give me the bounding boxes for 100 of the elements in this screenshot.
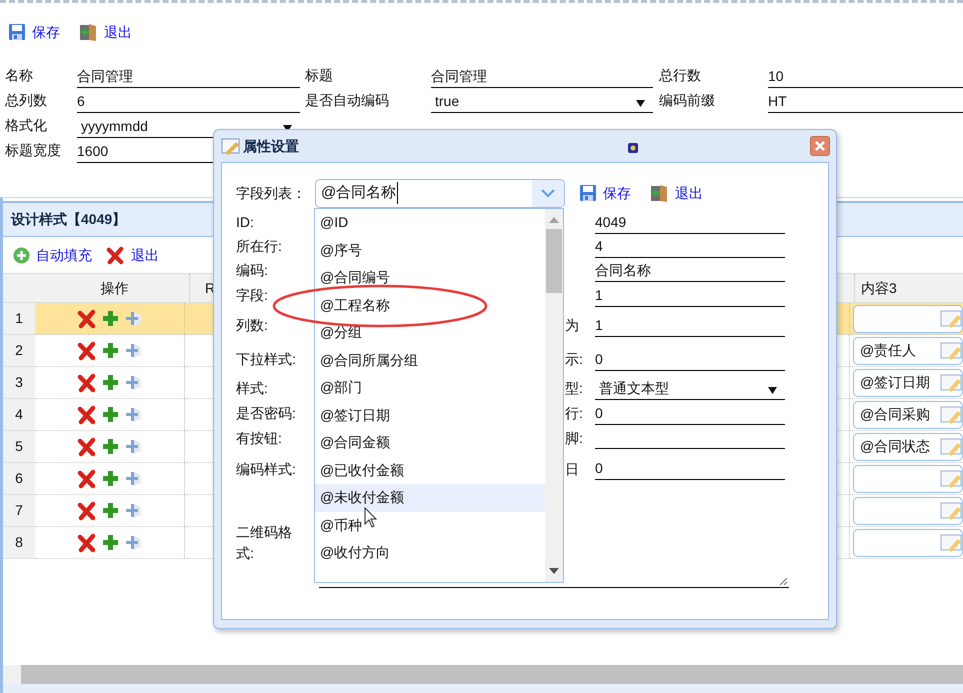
field-label: 编码前缀	[659, 91, 716, 110]
puzzle-piece-icon[interactable]	[124, 501, 142, 520]
delete-x-icon[interactable]	[76, 404, 96, 424]
door-exit-icon	[649, 183, 669, 203]
row-number: 8	[3, 527, 35, 559]
exit-link[interactable]: 退出	[131, 248, 159, 262]
plus-icon[interactable]	[100, 341, 120, 360]
property-label: 字段:	[236, 286, 269, 305]
exit-link[interactable]: 退出	[104, 24, 132, 38]
text-field[interactable]: 1	[595, 314, 785, 336]
text-field[interactable]: 6	[77, 91, 300, 113]
text-field[interactable]: 1	[595, 284, 785, 306]
property-label: 是否密码:	[236, 404, 297, 423]
save-link[interactable]: 保存	[603, 186, 631, 200]
row-number: 7	[3, 495, 35, 527]
caret-icon	[768, 386, 777, 394]
column-header: 内容3	[860, 278, 898, 298]
plus-icon[interactable]	[100, 533, 120, 552]
edit-pencil-icon[interactable]	[940, 436, 962, 456]
property-label: 脚:	[565, 430, 583, 446]
exit-link[interactable]: 退出	[675, 186, 703, 200]
save-link[interactable]: 保存	[32, 24, 60, 38]
content-field[interactable]: @签订日期	[853, 368, 963, 396]
content-field[interactable]: @合同采购	[853, 400, 963, 428]
row-number: 4	[3, 399, 35, 431]
content-field[interactable]	[853, 496, 963, 524]
edit-pencil-icon[interactable]	[940, 468, 962, 488]
scroll-up-icon[interactable]	[549, 217, 559, 223]
content-field[interactable]: @合同状态	[853, 432, 963, 460]
plus-icon[interactable]	[100, 405, 120, 424]
puzzle-piece-icon[interactable]	[124, 437, 142, 456]
plus-icon[interactable]	[100, 469, 120, 488]
puzzle-piece-icon[interactable]	[124, 373, 142, 392]
delete-x-icon[interactable]	[76, 340, 96, 360]
content-field[interactable]	[853, 304, 963, 332]
text-field[interactable]: 4049	[595, 212, 785, 234]
text-field[interactable]: 合同管理	[431, 66, 653, 88]
content-field[interactable]: @责任人	[853, 336, 963, 364]
text-field[interactable]: 合同管理	[77, 66, 300, 88]
row-number: 1	[3, 303, 35, 335]
puzzle-piece-icon[interactable]	[124, 405, 142, 424]
edit-pencil-icon[interactable]	[940, 500, 962, 520]
property-label: 为	[565, 317, 579, 333]
field-label: 总列数	[5, 91, 48, 110]
dropdown-option[interactable]: @未收付金额	[315, 484, 545, 512]
property-label: 所在行:	[236, 237, 283, 256]
puzzle-piece-icon[interactable]	[124, 533, 142, 552]
property-label: 二维码格式:	[236, 523, 293, 563]
row-number: 3	[3, 367, 35, 399]
row-number: 5	[3, 431, 35, 463]
field-label: 是否自动编码	[305, 91, 390, 110]
scrollbar-thumb[interactable]	[546, 229, 562, 293]
property-label: ID:	[236, 213, 255, 232]
puzzle-piece-icon[interactable]	[124, 341, 142, 360]
plus-icon[interactable]	[100, 309, 120, 328]
delete-x-icon[interactable]	[76, 372, 96, 392]
content-field[interactable]	[853, 528, 963, 556]
window-pencil-icon	[221, 137, 241, 155]
door-exit-icon	[78, 22, 98, 42]
delete-x-icon[interactable]	[106, 246, 125, 264]
edit-pencil-icon[interactable]	[940, 372, 962, 392]
plus-icon[interactable]	[100, 501, 120, 520]
text-field[interactable]: 10	[768, 66, 963, 88]
text-field[interactable]: HT	[768, 91, 963, 113]
text-field[interactable]: 0	[595, 348, 785, 370]
edit-pencil-icon[interactable]	[940, 308, 962, 328]
delete-x-icon[interactable]	[76, 308, 96, 328]
puzzle-piece-icon[interactable]	[124, 469, 142, 488]
property-label: 编码样式:	[236, 460, 297, 478]
edit-pencil-icon[interactable]	[940, 532, 962, 552]
column-header: 操作	[40, 274, 190, 302]
auto-fill-link[interactable]: 自动填充	[36, 248, 92, 262]
scroll-down-icon[interactable]	[549, 568, 559, 574]
edit-pencil-icon[interactable]	[940, 340, 962, 360]
plus-icon[interactable]	[100, 437, 120, 456]
edit-pencil-icon[interactable]	[940, 404, 962, 424]
property-label: 型:	[565, 380, 583, 396]
close-button[interactable]	[810, 136, 830, 156]
content-field[interactable]	[853, 464, 963, 492]
delete-x-icon[interactable]	[76, 468, 96, 488]
field-list-label: 字段列表：	[236, 184, 307, 202]
field-label: 标题	[305, 66, 334, 85]
text-field[interactable]: 合同名称	[595, 260, 785, 282]
plus-icon[interactable]	[100, 373, 120, 392]
vertical-scrollbar[interactable]	[545, 209, 563, 582]
delete-x-icon[interactable]	[76, 436, 96, 456]
delete-x-icon[interactable]	[76, 500, 96, 520]
row-number: 2	[3, 335, 35, 367]
select-field[interactable]: 普通文本型	[595, 378, 785, 400]
field-list-combobox[interactable]: @合同名称	[315, 178, 565, 208]
field-label: 总行数	[659, 66, 702, 85]
text-field[interactable]: 0	[595, 402, 785, 424]
text-field[interactable]: 0	[595, 458, 785, 480]
puzzle-piece-icon[interactable]	[124, 309, 142, 328]
field-label: 标题宽度	[5, 141, 62, 160]
property-label: 有按钮:	[236, 428, 283, 448]
text-field[interactable]: 4	[595, 236, 785, 258]
select-field[interactable]: true	[431, 91, 653, 113]
horizontal-scrollbar[interactable]	[3, 665, 963, 684]
delete-x-icon[interactable]	[76, 532, 96, 552]
